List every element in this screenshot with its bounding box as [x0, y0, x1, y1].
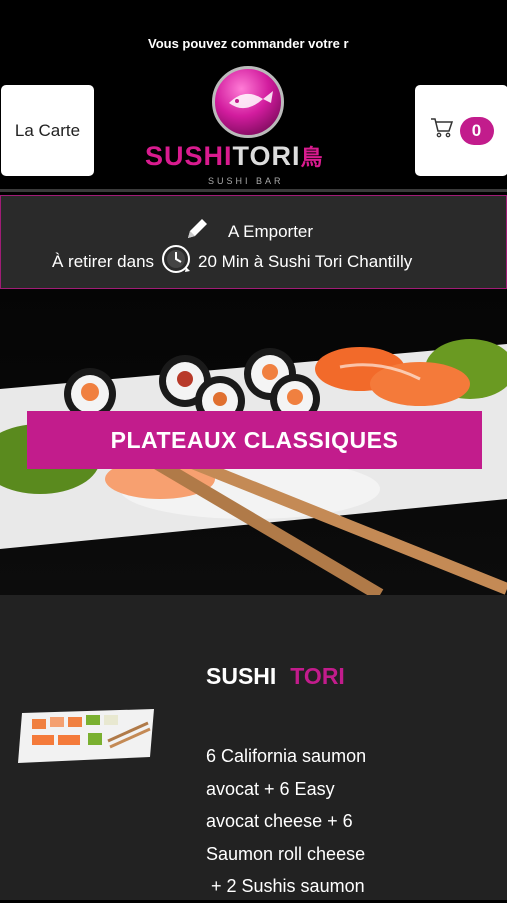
- logo-word-sushi: SUSHI: [145, 141, 233, 171]
- cart-count-badge: 0: [459, 116, 494, 145]
- banner-text: Vous pouvez commander votre r: [148, 36, 349, 51]
- la-carte-button[interactable]: La Carte: [1, 85, 94, 176]
- item-desc-line: avocat + 6 Easy: [206, 778, 335, 799]
- logo-word-tori: TORI: [232, 141, 301, 171]
- fish-icon: [229, 91, 273, 109]
- item-desc-line: avocat cheese + 6: [206, 811, 353, 831]
- pickup-prefix: À retirer dans: [52, 251, 155, 271]
- logo-kanji-icon: 鳥: [300, 145, 324, 170]
- logo-emblem: [212, 66, 284, 138]
- item-description: 6 California saumon avocat + 6 Easy avoc…: [206, 740, 396, 903]
- pickup-detail: 20 Min à Sushi Tori Chantilly: [198, 251, 413, 271]
- category-title-button[interactable]: PLATEAUX CLASSIQUES: [27, 411, 482, 469]
- item-title: SUSHI TORI: [206, 663, 345, 690]
- cart-icon: [430, 117, 454, 144]
- order-mode: A Emporter: [228, 221, 314, 241]
- item-title-part1: SUSHI: [206, 663, 277, 689]
- logo-subtitle: SUSHI BAR: [208, 176, 284, 186]
- item-desc-line: + 2 Sushis saumon: [206, 876, 365, 896]
- menu-item-panel: SUSHI TORI 6 California saumon avocat + 6…: [0, 595, 507, 900]
- item-title-part2: TORI: [290, 663, 345, 689]
- order-info-box[interactable]: A Emporter À retirer dans 20 Min à Sushi…: [0, 195, 507, 289]
- header-divider: [0, 189, 507, 192]
- cart-button[interactable]: 0: [415, 85, 507, 176]
- clock-icon: [160, 243, 192, 280]
- sushi-tori-logo: SUSHITORI鳥 SUSHI BAR: [140, 62, 368, 190]
- item-thumbnail[interactable]: [18, 705, 154, 765]
- item-desc-line: 6 California saumon: [206, 746, 367, 766]
- item-desc-line: Saumon roll cheese: [206, 843, 366, 864]
